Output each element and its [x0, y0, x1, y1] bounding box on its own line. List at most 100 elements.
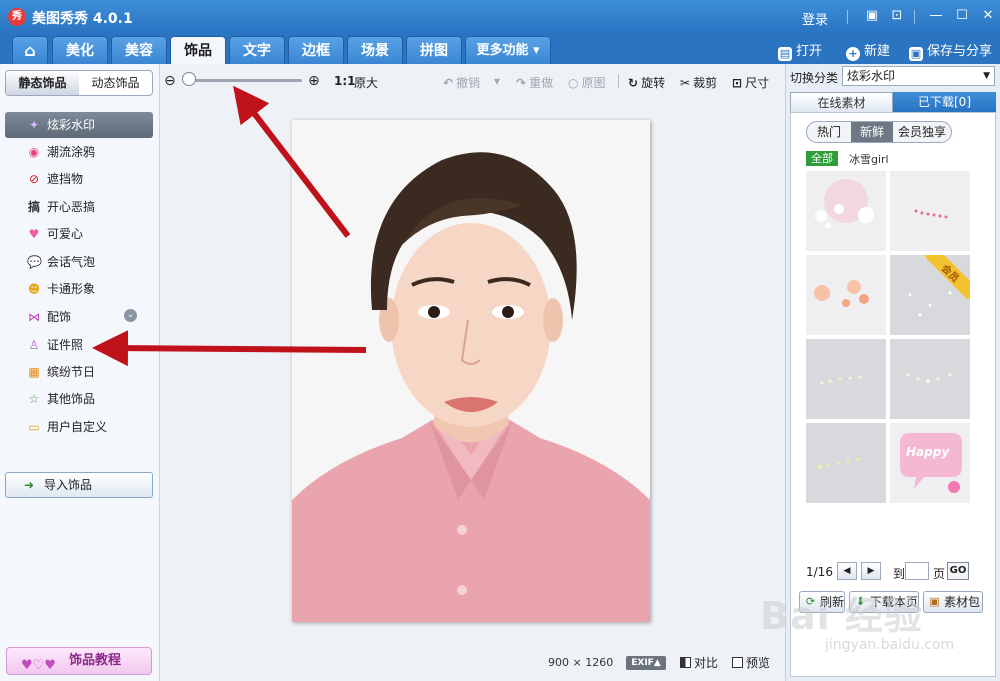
- page-number-input[interactable]: [905, 562, 929, 580]
- undo-button[interactable]: ↶ 撤销: [443, 74, 480, 91]
- zoom-out-icon[interactable]: ⊖: [164, 73, 176, 89]
- feedback-icon[interactable]: ▣: [864, 8, 880, 24]
- category-item[interactable]: 搞开心恶搞: [5, 194, 153, 220]
- compare-button[interactable]: 对比: [680, 654, 718, 671]
- minimize-icon[interactable]: —: [928, 8, 944, 24]
- next-page-button[interactable]: ▶: [861, 562, 881, 580]
- category-item[interactable]: ☻ 卡通形象: [5, 276, 153, 302]
- app-logo: 秀: [8, 8, 26, 26]
- accessory-type-toggle: 静态饰品 动态饰品: [5, 70, 153, 96]
- category-select[interactable]: 炫彩水印 ▼: [842, 66, 995, 86]
- new-button[interactable]: + 新建: [846, 40, 890, 61]
- block-icon: ⊘: [28, 172, 40, 186]
- stars-thumbnail: [906, 373, 952, 383]
- material-thumbnail[interactable]: [890, 339, 970, 419]
- exif-button[interactable]: EXIF▲: [626, 656, 666, 670]
- maximize-icon[interactable]: ☐: [954, 8, 970, 24]
- filter-vip[interactable]: 会员独享: [893, 122, 951, 142]
- all-tag[interactable]: 全部: [806, 151, 838, 166]
- folder-open-icon: ▤: [778, 47, 792, 61]
- save-icon: ▣: [909, 47, 923, 61]
- redo-button[interactable]: ↷ 重做: [516, 74, 553, 91]
- tab-beauty[interactable]: 美容: [111, 36, 167, 64]
- tab-text[interactable]: 文字: [229, 36, 285, 64]
- happy-bubble-thumbnail: [900, 433, 962, 493]
- compare-icon: [680, 657, 691, 668]
- tab-downloaded[interactable]: 已下载[0]: [893, 92, 996, 112]
- filter-hot[interactable]: 热门: [807, 122, 851, 142]
- accessory-sidebar: 静态饰品 动态饰品 ✦ 炫彩水印 ◉ 潮流涂鸦 ⊘ 遮挡物 搞开心恶搞 ♥ 可爱心 💬 会…: [0, 64, 160, 681]
- category-item[interactable]: ⊘ 遮挡物: [5, 166, 153, 192]
- prev-page-button[interactable]: ◀: [837, 562, 857, 580]
- material-thumbnail[interactable]: [806, 339, 886, 419]
- gold-trail-thumbnail: [818, 457, 860, 469]
- material-filter: 热门 新鲜 会员独享: [806, 121, 952, 143]
- zoom-in-icon[interactable]: ⊕: [308, 73, 320, 89]
- actual-size-button[interactable]: 1:1: [334, 74, 356, 88]
- category-item[interactable]: ♙ 证件照: [5, 332, 153, 358]
- category-item[interactable]: ♥ 可爱心: [5, 221, 153, 247]
- rotate-button[interactable]: ↻ 旋转: [628, 74, 665, 91]
- static-accessories-tab[interactable]: 静态饰品: [6, 71, 79, 95]
- category-item[interactable]: ✦ 炫彩水印: [5, 112, 153, 138]
- switch-category-label: 切换分类: [790, 71, 839, 85]
- title-separator: [847, 10, 848, 24]
- app-title: 美图秀秀 4.0.1: [32, 11, 133, 27]
- material-thumbnail[interactable]: [806, 255, 886, 335]
- tab-collage[interactable]: 拼图: [406, 36, 462, 64]
- tag-link[interactable]: 冰雪girl: [849, 151, 889, 167]
- tab-scene[interactable]: 场景: [347, 36, 403, 64]
- category-item[interactable]: ▭ 用户自定义: [5, 414, 153, 440]
- open-button[interactable]: ▤ 打开: [778, 40, 822, 61]
- close-icon[interactable]: ✕: [980, 8, 996, 24]
- tab-more[interactable]: 更多功能 ▾: [465, 36, 551, 64]
- original-size-label[interactable]: 原大: [354, 74, 378, 91]
- cartoon-icon: ☻: [27, 282, 41, 296]
- page-label: 页: [933, 567, 946, 581]
- save-share-button[interactable]: ▣ 保存与分享: [909, 40, 992, 61]
- tab-accessories[interactable]: 饰品: [170, 36, 226, 64]
- zoom-slider[interactable]: [184, 79, 302, 82]
- expand-icon[interactable]: ⌄: [124, 309, 137, 322]
- material-thumbnail[interactable]: 会员: [890, 255, 970, 335]
- folder-icon: ▭: [28, 420, 40, 434]
- category-item[interactable]: 💬 会话气泡: [5, 249, 153, 275]
- category-item[interactable]: ▦ 缤纷节日: [5, 359, 153, 385]
- skin-icon[interactable]: ⊡: [889, 8, 905, 24]
- tab-home[interactable]: ⌂: [12, 36, 48, 64]
- material-thumbnail[interactable]: [890, 171, 970, 251]
- resize-button[interactable]: ⊡ 尺寸: [732, 74, 769, 91]
- material-thumbnail[interactable]: [806, 423, 886, 503]
- redo-icon: ↷: [516, 76, 527, 90]
- preview-button[interactable]: 预览: [732, 654, 770, 671]
- import-accessory-button[interactable]: ➜ 导入饰品: [5, 472, 153, 498]
- lips-icon: ◉: [28, 145, 40, 159]
- crop-button[interactable]: ✂ 裁剪: [680, 74, 717, 91]
- material-tabs: 在线素材 已下载[0]: [790, 92, 996, 112]
- image-dimensions: 900 × 1260: [548, 656, 614, 669]
- accessory-tutorial-button[interactable]: ♥♡♥ 饰品教程: [6, 647, 152, 675]
- original-image-button[interactable]: ○ 原图: [568, 74, 606, 91]
- title-bar: 秀 美图秀秀 4.0.1 登录 ▣ ⊡ — ☐ ✕: [0, 0, 1000, 34]
- category-item[interactable]: ☆ 其他饰品: [5, 386, 153, 412]
- main-nav: ⌂ 美化 美容 饰品 文字 边框 场景 拼图 更多功能 ▾ ▤ 打开 + 新建 ▣ 保…: [0, 34, 1000, 64]
- home-icon: ⌂: [24, 41, 36, 60]
- category-item[interactable]: ◉ 潮流涂鸦: [5, 139, 153, 165]
- import-icon: ➜: [24, 478, 35, 492]
- login-link[interactable]: 登录: [802, 9, 828, 28]
- dynamic-accessories-tab[interactable]: 动态饰品: [79, 71, 152, 95]
- tab-online-materials[interactable]: 在线素材: [790, 92, 893, 112]
- material-thumbnail[interactable]: Happy: [890, 423, 970, 503]
- go-button[interactable]: GO: [947, 562, 969, 580]
- filter-new[interactable]: 新鲜: [851, 122, 893, 142]
- tab-border[interactable]: 边框: [288, 36, 344, 64]
- trail-thumbnail: [820, 375, 862, 385]
- material-pack-button[interactable]: ▣ 素材包: [923, 591, 983, 613]
- scissors-icon: ✂: [680, 76, 691, 90]
- photo-canvas[interactable]: [292, 120, 650, 622]
- zoom-slider-handle[interactable]: [182, 72, 196, 86]
- undo-dropdown[interactable]: ▾: [494, 74, 500, 88]
- tab-beautify[interactable]: 美化: [52, 36, 108, 64]
- resize-icon: ⊡: [732, 76, 743, 90]
- material-thumbnail[interactable]: [806, 171, 886, 251]
